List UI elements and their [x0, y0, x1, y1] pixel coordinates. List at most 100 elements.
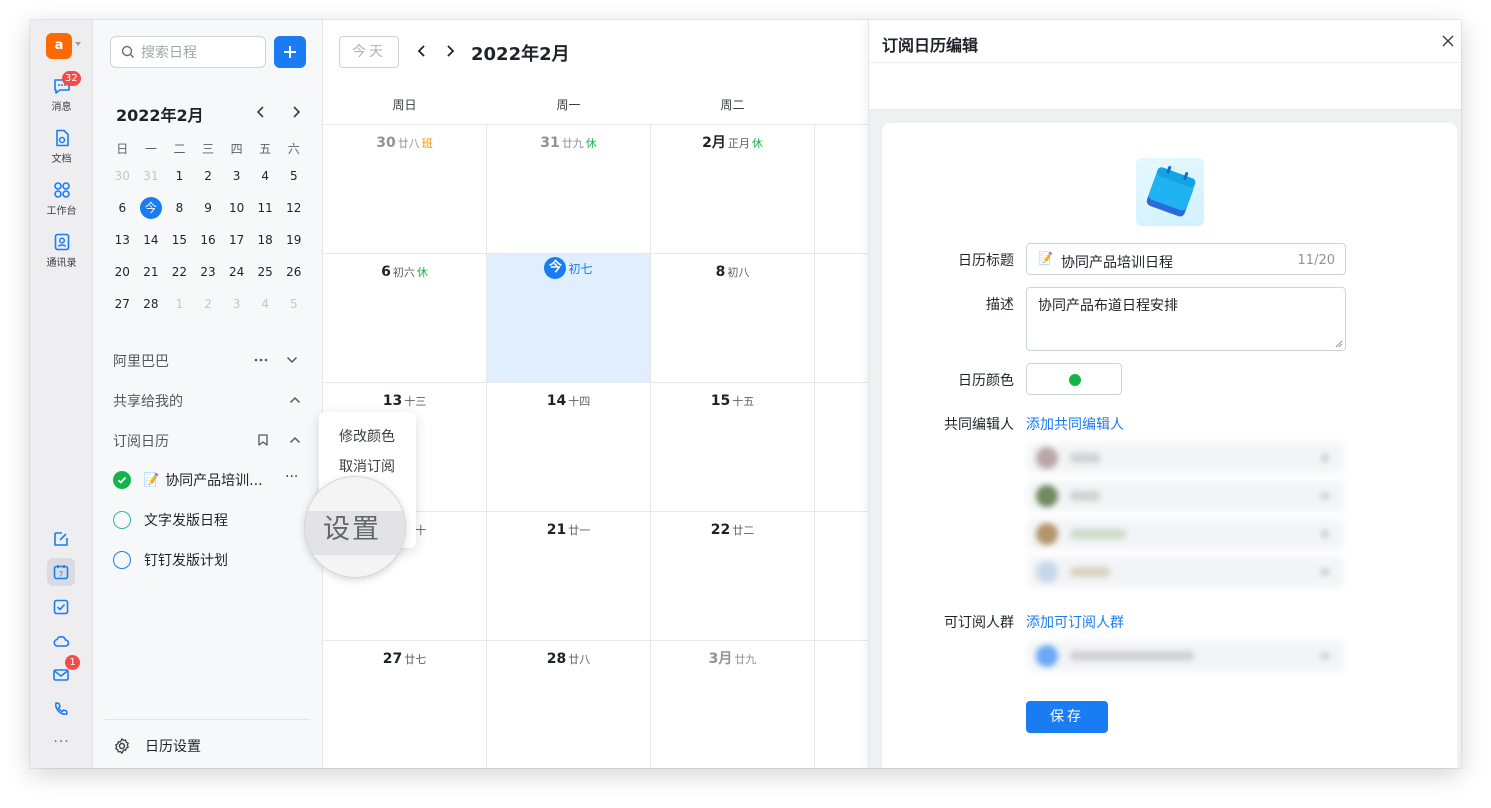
mini-day[interactable]: 8 [165, 201, 194, 215]
calendar-item-more-icon[interactable]: ··· [285, 469, 298, 485]
mini-day[interactable]: 12 [279, 201, 308, 215]
rail-calendar[interactable]: 7 [47, 558, 75, 586]
mini-day[interactable]: 5 [279, 297, 308, 311]
mini-day[interactable]: 25 [251, 265, 280, 279]
mini-day[interactable]: 1 [165, 297, 194, 311]
mini-day[interactable]: 18 [251, 233, 280, 247]
chevron-down-icon[interactable] [286, 353, 298, 367]
remove-icon[interactable] [1320, 529, 1330, 539]
mini-day[interactable]: 24 [222, 265, 251, 279]
mini-prev-month[interactable] [253, 104, 269, 120]
mini-day[interactable]: 26 [279, 265, 308, 279]
mini-day[interactable]: 2 [194, 297, 223, 311]
mini-day-today[interactable]: 今 [137, 197, 166, 219]
day-cell-today[interactable]: 今初七 [487, 257, 650, 279]
unchecked-icon[interactable] [113, 511, 131, 529]
mini-day[interactable]: 20 [108, 265, 137, 279]
search-box[interactable]: 搜索日程 [110, 36, 266, 68]
day-cell[interactable]: 28 廿八 [487, 648, 650, 667]
menu-item-settings-magnified[interactable]: 设置 [304, 476, 406, 578]
mini-day[interactable]: 3 [222, 297, 251, 311]
mini-day[interactable]: 1 [165, 169, 194, 183]
mini-day[interactable]: 23 [194, 265, 223, 279]
day-cell[interactable]: 22 廿二 [651, 519, 814, 538]
day-cell[interactable]: 31 廿九休 [487, 132, 650, 151]
add-event-button[interactable] [274, 36, 306, 68]
day-cell[interactable]: 15 十五 [651, 390, 814, 409]
mini-day[interactable]: 19 [279, 233, 308, 247]
resize-handle-icon[interactable] [1335, 340, 1343, 348]
mini-day[interactable]: 4 [251, 297, 280, 311]
section-subscribed[interactable]: 订阅日历 [113, 431, 169, 451]
mini-day[interactable]: 3 [222, 169, 251, 183]
rail-cloud[interactable] [47, 627, 75, 655]
rail-item-messages[interactable]: 消息 32 [30, 71, 93, 113]
more-icon[interactable]: ··· [30, 734, 93, 750]
menu-item-change-color[interactable]: 修改颜色 [339, 426, 395, 446]
mini-day[interactable]: 27 [108, 297, 137, 311]
calendar-item-text-release[interactable]: 文字发版日程 [113, 510, 228, 530]
day-cell[interactable]: 14 十四 [487, 390, 650, 409]
today-button[interactable]: 今天 [339, 36, 399, 68]
calendar-item-dingtalk-release[interactable]: 钉钉发版计划 [113, 550, 228, 570]
more-icon[interactable] [253, 353, 269, 367]
day-cell[interactable]: 21 廿一 [487, 519, 650, 538]
app-logo[interactable]: a [46, 33, 72, 59]
add-editor-link[interactable]: 添加共同编辑人 [1026, 414, 1124, 434]
next-month-button[interactable] [442, 43, 458, 59]
menu-item-unsubscribe[interactable]: 取消订阅 [339, 456, 395, 476]
section-shared[interactable]: 共享给我的 [113, 391, 183, 411]
mini-day[interactable]: 10 [222, 201, 251, 215]
remove-icon[interactable] [1320, 453, 1330, 463]
day-cell[interactable]: 30 廿八班 [323, 132, 486, 151]
mini-day[interactable]: 21 [137, 265, 166, 279]
description-textarea[interactable]: 协同产品布道日程安排 [1026, 287, 1346, 351]
chevron-up-icon[interactable] [289, 433, 301, 447]
mini-day[interactable]: 13 [108, 233, 137, 247]
section-alibaba[interactable]: 阿里巴巴 [113, 351, 169, 371]
close-icon[interactable] [1441, 34, 1455, 48]
day-cell[interactable]: 2月 正月休 [651, 132, 814, 152]
subscribe-icon[interactable] [256, 433, 270, 447]
prev-month-button[interactable] [414, 43, 430, 59]
rail-mail[interactable]: 1 [47, 655, 80, 689]
mini-day[interactable]: 9 [194, 201, 223, 215]
mini-day[interactable]: 6 [108, 201, 137, 215]
chevron-up-icon[interactable] [289, 393, 301, 407]
mini-day[interactable]: 11 [251, 201, 280, 215]
mini-day[interactable]: 17 [222, 233, 251, 247]
unchecked-icon[interactable] [113, 551, 131, 569]
checked-icon[interactable] [113, 471, 131, 489]
mini-day[interactable]: 2 [194, 169, 223, 183]
mini-day[interactable]: 30 [108, 169, 137, 183]
rail-item-docs[interactable]: 文档 [30, 128, 93, 165]
rail-compose[interactable] [47, 525, 75, 553]
mini-day[interactable]: 15 [165, 233, 194, 247]
rail-item-workbench[interactable]: 工作台 [30, 180, 93, 217]
add-subscriber-group-link[interactable]: 添加可订阅人群 [1026, 612, 1124, 632]
calendar-settings-button[interactable]: 日历设置 [113, 736, 201, 756]
day-cell[interactable]: 3月 廿九 [651, 648, 814, 668]
save-button[interactable]: 保存 [1026, 701, 1108, 733]
calendar-color-picker[interactable] [1026, 363, 1122, 395]
day-cell[interactable]: 27 廿七 [323, 648, 486, 667]
mini-day[interactable]: 31 [137, 169, 166, 183]
remove-icon[interactable] [1320, 567, 1330, 577]
calendar-title-input[interactable]: 📝 协同产品培训日程 11/20 [1026, 243, 1346, 275]
mini-day[interactable]: 14 [137, 233, 166, 247]
remove-icon[interactable] [1320, 491, 1330, 501]
chevron-down-icon[interactable] [75, 42, 81, 46]
remove-icon[interactable] [1320, 651, 1330, 661]
rail-item-contacts[interactable]: 通讯录 [30, 232, 93, 269]
mini-day[interactable]: 5 [279, 169, 308, 183]
day-cell[interactable]: 6 初六休 [323, 261, 486, 280]
rail-phone[interactable] [47, 695, 75, 723]
mini-day[interactable]: 28 [137, 297, 166, 311]
mini-day[interactable]: 4 [251, 169, 280, 183]
day-cell[interactable]: 8 初八 [651, 261, 814, 280]
day-cell[interactable]: 13 十三 [323, 390, 486, 409]
mini-next-month[interactable] [288, 104, 304, 120]
rail-todo[interactable] [47, 593, 75, 621]
calendar-item-training[interactable]: 📝 协同产品培训... [113, 470, 263, 490]
mini-day[interactable]: 16 [194, 233, 223, 247]
